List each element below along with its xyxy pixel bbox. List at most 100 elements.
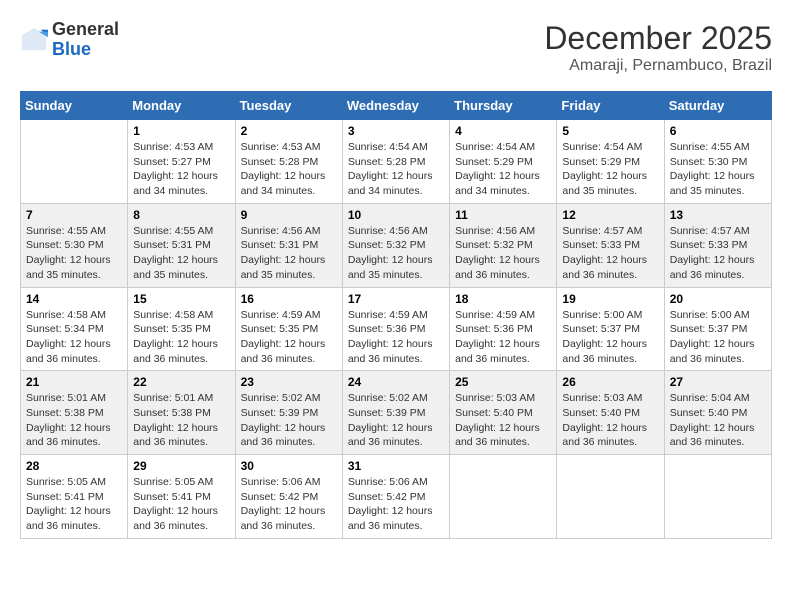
calendar-week-row: 1 Sunrise: 4:53 AMSunset: 5:27 PMDaylight… xyxy=(21,120,772,204)
day-info: Sunrise: 4:59 AMSunset: 5:36 PMDaylight:… xyxy=(348,308,444,367)
header-thursday: Thursday xyxy=(450,92,557,120)
header-monday: Monday xyxy=(128,92,235,120)
day-number: 9 xyxy=(241,208,337,222)
calendar-week-row: 14 Sunrise: 4:58 AMSunset: 5:34 PMDayligh… xyxy=(21,287,772,371)
table-row: 24 Sunrise: 5:02 AMSunset: 5:39 PMDayligh… xyxy=(342,371,449,455)
table-row: 11Sunrise: 4:56 AMSunset: 5:32 PMDayligh… xyxy=(450,203,557,287)
table-row: 27Sunrise: 5:04 AMSunset: 5:40 PMDayligh… xyxy=(664,371,771,455)
table-row: 20Sunrise: 5:00 AMSunset: 5:37 PMDayligh… xyxy=(664,287,771,371)
day-number: 21 xyxy=(26,375,122,389)
day-info: Sunrise: 4:54 AMSunset: 5:29 PMDaylight:… xyxy=(455,140,551,199)
header-saturday: Saturday xyxy=(664,92,771,120)
table-row: 6 Sunrise: 4:55 AMSunset: 5:30 PMDaylight… xyxy=(664,120,771,204)
calendar-subtitle: Amaraji, Pernambuco, Brazil xyxy=(544,57,772,75)
header-sunday: Sunday xyxy=(21,92,128,120)
table-row: 22Sunrise: 5:01 AMSunset: 5:38 PMDayligh… xyxy=(128,371,235,455)
table-row: 19 Sunrise: 5:00 AMSunset: 5:37 PMDayligh… xyxy=(557,287,664,371)
calendar-table: Sunday Monday Tuesday Wednesday Thursday… xyxy=(20,91,772,539)
day-info: Sunrise: 5:00 AMSunset: 5:37 PMDaylight:… xyxy=(562,308,658,367)
header-wednesday: Wednesday xyxy=(342,92,449,120)
day-info: Sunrise: 4:56 AMSunset: 5:32 PMDaylight:… xyxy=(348,224,444,283)
day-info: Sunrise: 5:01 AMSunset: 5:38 PMDaylight:… xyxy=(26,391,122,450)
day-number: 18 xyxy=(455,292,551,306)
day-number: 12 xyxy=(562,208,658,222)
table-row: 25Sunrise: 5:03 AMSunset: 5:40 PMDayligh… xyxy=(450,371,557,455)
day-number: 29 xyxy=(133,459,229,473)
day-info: Sunrise: 5:06 AMSunset: 5:42 PMDaylight:… xyxy=(348,475,444,534)
day-info: Sunrise: 5:03 AMSunset: 5:40 PMDaylight:… xyxy=(562,391,658,450)
day-number: 8 xyxy=(133,208,229,222)
calendar-header-row: Sunday Monday Tuesday Wednesday Thursday… xyxy=(21,92,772,120)
day-info: Sunrise: 5:05 AMSunset: 5:41 PMDaylight:… xyxy=(26,475,122,534)
day-info: Sunrise: 4:58 AMSunset: 5:34 PMDaylight:… xyxy=(26,308,122,367)
day-number: 3 xyxy=(348,124,444,138)
table-row: 9Sunrise: 4:56 AMSunset: 5:31 PMDaylight… xyxy=(235,203,342,287)
day-number: 13 xyxy=(670,208,766,222)
day-number: 19 xyxy=(562,292,658,306)
day-info: Sunrise: 4:55 AMSunset: 5:31 PMDaylight:… xyxy=(133,224,229,283)
table-row xyxy=(664,455,771,539)
calendar-week-row: 28 Sunrise: 5:05 AMSunset: 5:41 PMDayligh… xyxy=(21,455,772,539)
day-number: 27 xyxy=(670,375,766,389)
day-info: Sunrise: 4:54 AMSunset: 5:28 PMDaylight:… xyxy=(348,140,444,199)
day-info: Sunrise: 5:02 AMSunset: 5:39 PMDaylight:… xyxy=(241,391,337,450)
logo-icon xyxy=(20,26,48,54)
table-row: 30 Sunrise: 5:06 AMSunset: 5:42 PMDayligh… xyxy=(235,455,342,539)
table-row xyxy=(21,120,128,204)
calendar-week-row: 7Sunrise: 4:55 AMSunset: 5:30 PMDaylight… xyxy=(21,203,772,287)
table-row: 12 Sunrise: 4:57 AMSunset: 5:33 PMDayligh… xyxy=(557,203,664,287)
title-block: December 2025 Amaraji, Pernambuco, Brazi… xyxy=(544,20,772,75)
day-info: Sunrise: 5:00 AMSunset: 5:37 PMDaylight:… xyxy=(670,308,766,367)
day-number: 30 xyxy=(241,459,337,473)
day-number: 17 xyxy=(348,292,444,306)
day-info: Sunrise: 5:03 AMSunset: 5:40 PMDaylight:… xyxy=(455,391,551,450)
day-info: Sunrise: 4:55 AMSunset: 5:30 PMDaylight:… xyxy=(670,140,766,199)
table-row: 15 Sunrise: 4:58 AMSunset: 5:35 PMDayligh… xyxy=(128,287,235,371)
table-row: 28 Sunrise: 5:05 AMSunset: 5:41 PMDayligh… xyxy=(21,455,128,539)
day-info: Sunrise: 5:02 AMSunset: 5:39 PMDaylight:… xyxy=(348,391,444,450)
table-row: 14 Sunrise: 4:58 AMSunset: 5:34 PMDayligh… xyxy=(21,287,128,371)
day-number: 24 xyxy=(348,375,444,389)
table-row: 13 Sunrise: 4:57 AMSunset: 5:33 PMDayligh… xyxy=(664,203,771,287)
table-row: 1 Sunrise: 4:53 AMSunset: 5:27 PMDaylight… xyxy=(128,120,235,204)
day-info: Sunrise: 4:59 AMSunset: 5:35 PMDaylight:… xyxy=(241,308,337,367)
table-row: 18Sunrise: 4:59 AMSunset: 5:36 PMDayligh… xyxy=(450,287,557,371)
day-number: 15 xyxy=(133,292,229,306)
day-info: Sunrise: 4:57 AMSunset: 5:33 PMDaylight:… xyxy=(562,224,658,283)
table-row: 31 Sunrise: 5:06 AMSunset: 5:42 PMDayligh… xyxy=(342,455,449,539)
day-number: 14 xyxy=(26,292,122,306)
day-info: Sunrise: 4:53 AMSunset: 5:28 PMDaylight:… xyxy=(241,140,337,199)
table-row: 29 Sunrise: 5:05 AMSunset: 5:41 PMDayligh… xyxy=(128,455,235,539)
day-number: 28 xyxy=(26,459,122,473)
table-row: 16Sunrise: 4:59 AMSunset: 5:35 PMDayligh… xyxy=(235,287,342,371)
logo-blue-text: Blue xyxy=(52,40,119,60)
table-row: 17 Sunrise: 4:59 AMSunset: 5:36 PMDayligh… xyxy=(342,287,449,371)
table-row: 3 Sunrise: 4:54 AMSunset: 5:28 PMDaylight… xyxy=(342,120,449,204)
table-row xyxy=(557,455,664,539)
day-info: Sunrise: 4:54 AMSunset: 5:29 PMDaylight:… xyxy=(562,140,658,199)
header-friday: Friday xyxy=(557,92,664,120)
table-row: 21 Sunrise: 5:01 AMSunset: 5:38 PMDayligh… xyxy=(21,371,128,455)
table-row: 5Sunrise: 4:54 AMSunset: 5:29 PMDaylight… xyxy=(557,120,664,204)
day-info: Sunrise: 4:58 AMSunset: 5:35 PMDaylight:… xyxy=(133,308,229,367)
day-number: 1 xyxy=(133,124,229,138)
table-row xyxy=(450,455,557,539)
day-info: Sunrise: 5:05 AMSunset: 5:41 PMDaylight:… xyxy=(133,475,229,534)
table-row: 8 Sunrise: 4:55 AMSunset: 5:31 PMDaylight… xyxy=(128,203,235,287)
table-row: 26Sunrise: 5:03 AMSunset: 5:40 PMDayligh… xyxy=(557,371,664,455)
day-info: Sunrise: 4:55 AMSunset: 5:30 PMDaylight:… xyxy=(26,224,122,283)
day-number: 6 xyxy=(670,124,766,138)
table-row: 10Sunrise: 4:56 AMSunset: 5:32 PMDayligh… xyxy=(342,203,449,287)
table-row: 2 Sunrise: 4:53 AMSunset: 5:28 PMDaylight… xyxy=(235,120,342,204)
day-info: Sunrise: 5:06 AMSunset: 5:42 PMDaylight:… xyxy=(241,475,337,534)
table-row: 23Sunrise: 5:02 AMSunset: 5:39 PMDayligh… xyxy=(235,371,342,455)
day-number: 4 xyxy=(455,124,551,138)
header-tuesday: Tuesday xyxy=(235,92,342,120)
logo: General Blue xyxy=(20,20,119,60)
logo-text: General Blue xyxy=(52,20,119,60)
day-number: 31 xyxy=(348,459,444,473)
table-row: 7Sunrise: 4:55 AMSunset: 5:30 PMDaylight… xyxy=(21,203,128,287)
day-number: 2 xyxy=(241,124,337,138)
day-info: Sunrise: 4:57 AMSunset: 5:33 PMDaylight:… xyxy=(670,224,766,283)
day-info: Sunrise: 4:53 AMSunset: 5:27 PMDaylight:… xyxy=(133,140,229,199)
